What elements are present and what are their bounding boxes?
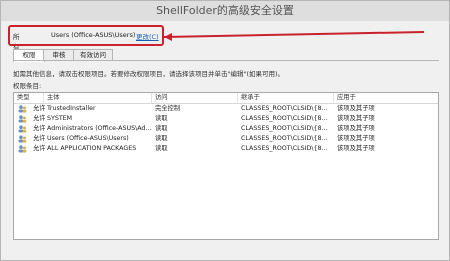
window-title: ShellFolder的高级安全设置 <box>1 1 449 21</box>
table-row[interactable]: 允许 SYSTEM 读取 CLASSES_ROOT\CLSID\{8... 该项… <box>14 114 438 124</box>
table-row[interactable]: 允许 ALL APPLICATION PACKAGES 读取 CLASSES_R… <box>14 144 438 154</box>
cell-access: 完全控制 <box>155 105 181 112</box>
user-icon <box>18 135 27 143</box>
cell-principal: Administrators (Office-ASUS\Ad... <box>47 125 151 132</box>
permission-entries-label: 权限条目: <box>13 82 42 90</box>
user-icon <box>18 115 27 123</box>
cell-applies-to: 该项及其子项 <box>337 145 375 152</box>
column-header-applies-to[interactable]: 应用于 <box>334 93 440 103</box>
cell-access: 读取 <box>155 115 168 122</box>
user-icon <box>18 145 27 153</box>
column-header-type[interactable]: 类型 <box>14 93 44 103</box>
cell-applies-to: 该项及其子项 <box>337 115 375 122</box>
cell-principal: Users (Office-ASUS\Users) <box>47 135 129 142</box>
cell-type: 允许 <box>33 125 45 132</box>
cell-applies-to: 该项及其子项 <box>337 135 375 142</box>
column-header-principal[interactable]: 主体 <box>44 93 152 103</box>
cell-inherited-from: CLASSES_ROOT\CLSID\{8... <box>241 135 328 142</box>
column-header-access[interactable]: 访问 <box>152 93 238 103</box>
cell-type: 允许 <box>33 105 45 112</box>
cell-access: 读取 <box>155 145 168 152</box>
cell-type: 允许 <box>33 145 45 152</box>
cell-inherited-from: CLASSES_ROOT\CLSID\{8... <box>241 125 328 132</box>
cell-inherited-from: CLASSES_ROOT\CLSID\{8... <box>241 145 328 152</box>
user-icon <box>18 105 27 113</box>
cell-applies-to: 该项及其子项 <box>337 105 375 112</box>
cell-applies-to: 该项及其子项 <box>337 125 375 132</box>
tab-divider <box>13 60 439 61</box>
cell-principal: SYSTEM <box>47 115 73 122</box>
permission-entries-table: 类型 主体 访问 继承于 应用于 允许 TrustedInstaller 完全控… <box>13 92 439 240</box>
cell-inherited-from: CLASSES_ROOT\CLSID\{8... <box>241 115 328 122</box>
annotation-arrow-icon <box>164 31 425 41</box>
column-header-inherited-from[interactable]: 继承于 <box>238 93 334 103</box>
table-header: 类型 主体 访问 继承于 应用于 <box>14 93 438 104</box>
cell-inherited-from: CLASSES_ROOT\CLSID\{8... <box>241 105 328 112</box>
table-row[interactable]: 允许 TrustedInstaller 完全控制 CLASSES_ROOT\CL… <box>14 104 438 114</box>
table-row[interactable]: 允许 Users (Office-ASUS\Users) 读取 CLASSES_… <box>14 134 438 144</box>
info-text: 如需其他信息，请双击权限项目。若要修改权限项目，请选择该项目并单击"编辑"(如果… <box>13 70 285 78</box>
cell-type: 允许 <box>33 135 45 142</box>
user-icon <box>18 125 27 133</box>
cell-access: 读取 <box>155 125 168 132</box>
cell-access: 读取 <box>155 135 168 142</box>
table-row[interactable]: 允许 Administrators (Office-ASUS\Ad... 读取 … <box>14 124 438 134</box>
cell-principal: TrustedInstaller <box>47 105 96 112</box>
cell-type: 允许 <box>33 115 45 122</box>
cell-principal: ALL APPLICATION PACKAGES <box>47 145 137 152</box>
owner-highlight-box <box>8 25 164 46</box>
security-settings-window: ShellFolder的高级安全设置 所有者: Users (Office-AS… <box>0 0 450 261</box>
